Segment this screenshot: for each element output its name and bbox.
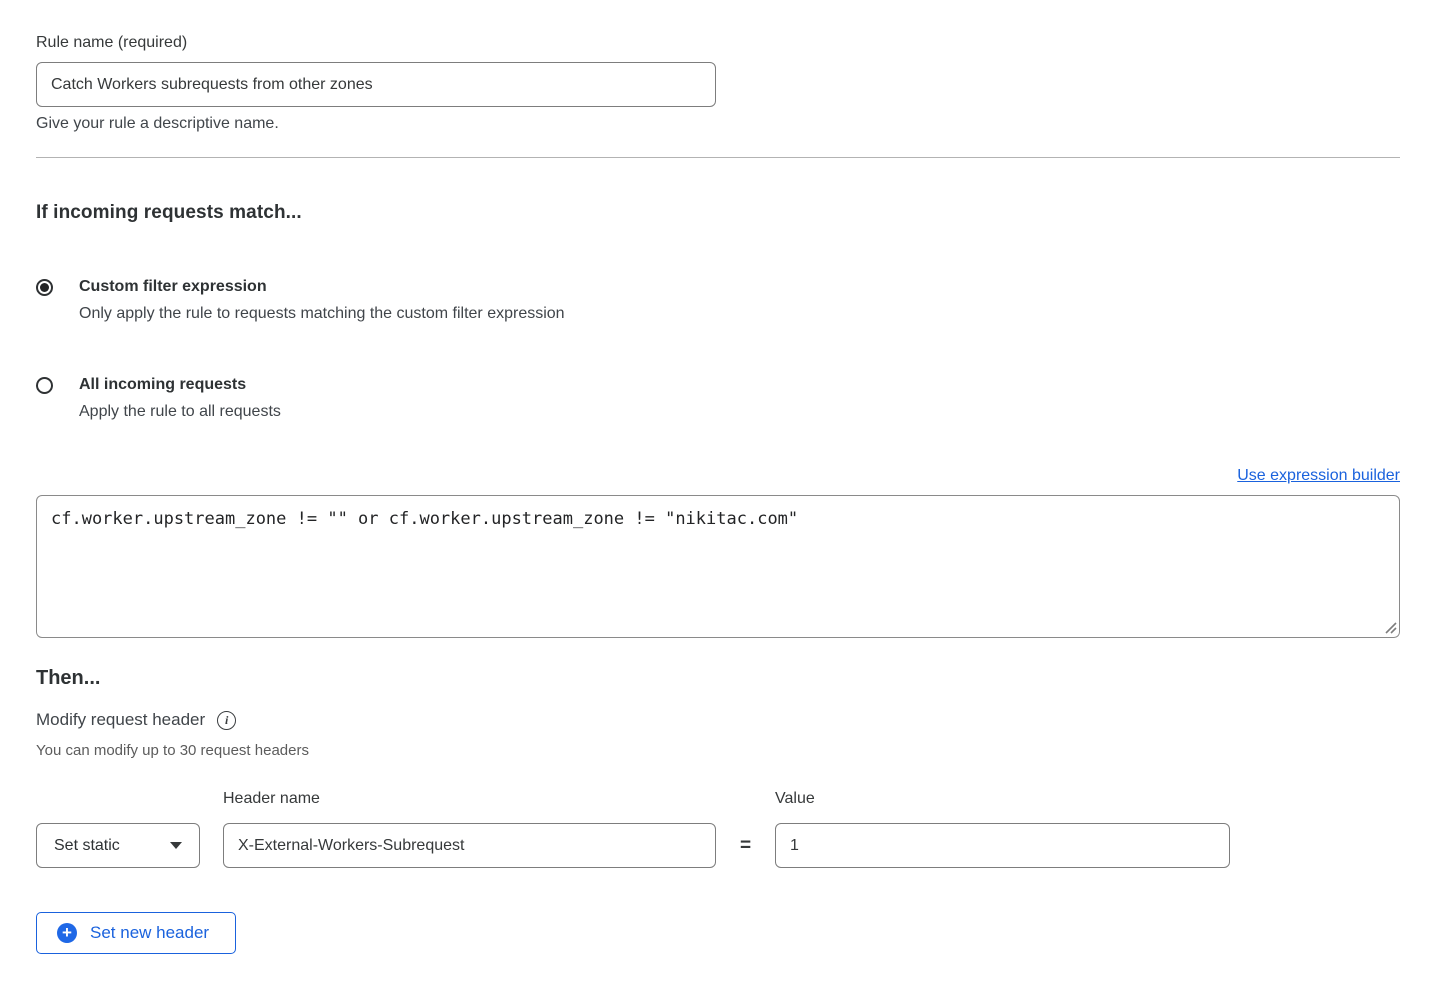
then-section-heading: Then... bbox=[36, 665, 1400, 691]
set-new-header-button-label: Set new header bbox=[90, 923, 209, 943]
modify-header-help: You can modify up to 30 request headers bbox=[36, 742, 1400, 760]
set-new-header-button[interactable]: + Set new header bbox=[36, 912, 236, 954]
plus-icon: + bbox=[57, 923, 77, 943]
header-operation-selected-value: Set static bbox=[54, 837, 120, 855]
match-radio-group: Custom filter expression Only apply the … bbox=[36, 276, 1400, 422]
radio-title-custom-filter: Custom filter expression bbox=[79, 276, 565, 298]
rule-name-input[interactable] bbox=[36, 62, 716, 107]
radio-button-unselected-icon[interactable] bbox=[36, 377, 53, 394]
radio-desc-custom-filter: Only apply the rule to requests matching… bbox=[79, 304, 565, 324]
radio-option-all-requests[interactable]: All incoming requests Apply the rule to … bbox=[36, 374, 1400, 422]
radio-title-all-requests: All incoming requests bbox=[79, 374, 281, 396]
modify-request-header-label: Modify request header bbox=[36, 709, 205, 731]
match-section-heading: If incoming requests match... bbox=[36, 201, 1400, 225]
filter-expression-textarea[interactable]: cf.worker.upstream_zone != "" or cf.work… bbox=[36, 495, 1400, 638]
use-expression-builder-link[interactable]: Use expression builder bbox=[1237, 467, 1400, 484]
header-name-input[interactable] bbox=[223, 823, 716, 868]
rule-editor-panel: Rule name (required) Give your rule a de… bbox=[0, 0, 1446, 954]
rule-name-label: Rule name (required) bbox=[36, 33, 1400, 53]
header-value-input[interactable] bbox=[775, 823, 1230, 868]
radio-option-custom-filter[interactable]: Custom filter expression Only apply the … bbox=[36, 276, 1400, 324]
radio-desc-all-requests: Apply the rule to all requests bbox=[79, 402, 281, 422]
info-icon[interactable]: i bbox=[217, 711, 236, 730]
rule-name-help: Give your rule a descriptive name. bbox=[36, 114, 1400, 134]
header-operation-select[interactable]: Set static bbox=[36, 823, 200, 868]
header-name-label: Header name bbox=[223, 789, 716, 809]
chevron-down-icon bbox=[170, 842, 182, 849]
equals-sign: = bbox=[716, 835, 775, 857]
section-divider bbox=[36, 157, 1400, 158]
radio-button-selected-icon[interactable] bbox=[36, 279, 53, 296]
value-label: Value bbox=[775, 789, 1230, 809]
